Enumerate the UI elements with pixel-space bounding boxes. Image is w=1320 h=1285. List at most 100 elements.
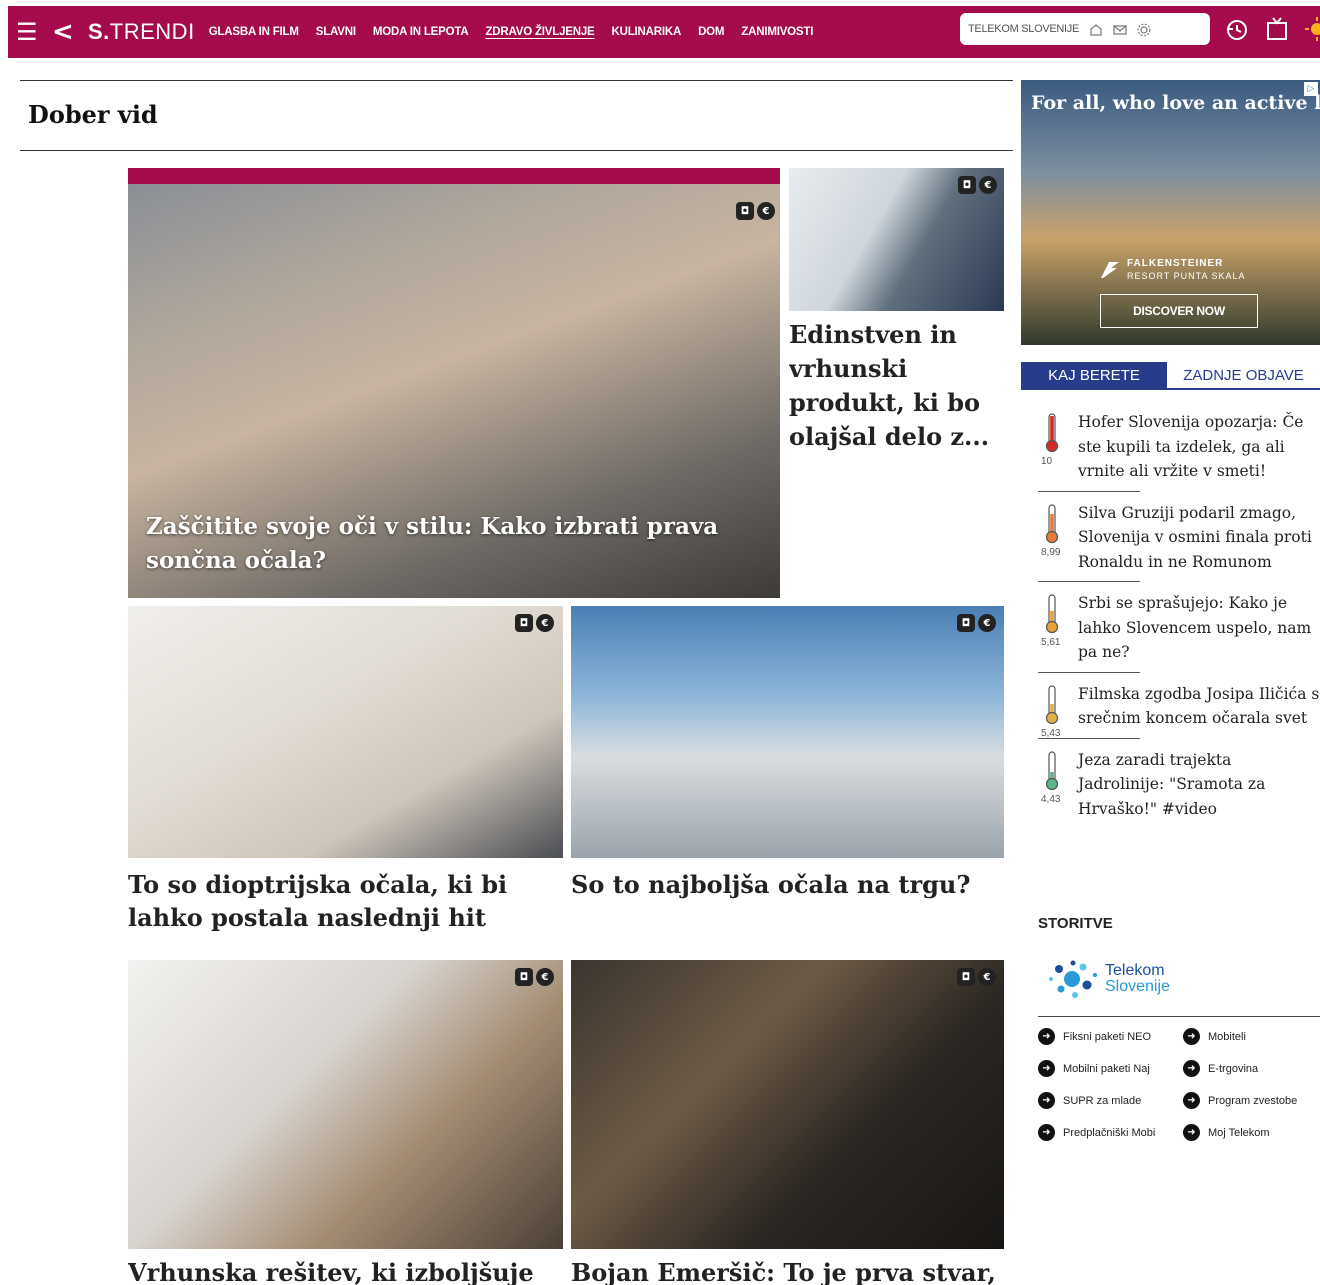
nav-zdravo-zivljenje[interactable]: ZDRAVO ŽIVLJENJE — [485, 26, 594, 38]
nav-dom[interactable]: DOM — [698, 26, 724, 38]
nav-moda-in-lepota[interactable]: MODA IN LEPOTA — [373, 26, 469, 38]
service-link-e-trgovina[interactable]: ➜ E-trgovina — [1183, 1060, 1320, 1077]
article-headline-bottom-left[interactable]: Vrhunska rešitev, ki izboljšuje — [128, 1256, 563, 1285]
side-article-headline[interactable]: Edinstven in vrhunski produkt, ki bo ola… — [789, 318, 1004, 454]
ad-discover-button[interactable]: DISCOVER NOW — [1100, 294, 1258, 328]
tab-kaj-berete[interactable]: KAJ BERETE — [1021, 362, 1167, 388]
article-card-bottom-left[interactable]: ◘ € Vrhunska rešitev, ki izboljšuje — [128, 960, 563, 1285]
nav-zanimivosti[interactable]: ZANIMIVOSTI — [741, 26, 813, 38]
article-image-mid-left[interactable] — [128, 606, 563, 858]
timer-icon[interactable] — [1224, 16, 1250, 42]
camera-icon: ◘ — [515, 968, 533, 986]
telekom-slovenije-logo[interactable]: Telekom Slovenije — [1045, 955, 1170, 1003]
camera-icon: ◘ — [515, 614, 533, 632]
most-read-list: 10 Hofer Slovenija opozarja: Če ste kupi… — [1038, 410, 1320, 838]
premium-icon: € — [978, 614, 996, 632]
service-link-program-zvestobe[interactable]: ➜ Program zvestobe — [1183, 1092, 1320, 1109]
camera-icon: ◘ — [957, 614, 975, 632]
read-score: 5,43 — [1041, 727, 1061, 739]
article-card-mid-left[interactable]: ◘ € To so dioptrijska očala, ki bi lahko… — [128, 606, 563, 936]
nav-slavni[interactable]: SLAVNI — [316, 26, 356, 38]
tab-zadnje-objave[interactable]: ZADNJE OBJAVE — [1167, 362, 1320, 388]
media-badges: ◘ € — [954, 968, 996, 986]
read-score: 4,43 — [1041, 793, 1061, 805]
read-item-title[interactable]: Hofer Slovenija opozarja: Če ste kupili … — [1078, 410, 1320, 484]
media-badges: ◘ € — [955, 176, 997, 194]
article-image-bottom-left[interactable] — [128, 960, 563, 1249]
article-headline-bottom-right[interactable]: Bojan Emeršič: To je prva stvar, ki — [571, 1256, 1004, 1285]
site-logo[interactable]: S.TRENDI — [88, 19, 195, 45]
service-link-fiksni-paketi[interactable]: ➜ Fiksni paketi NEO — [1038, 1028, 1183, 1045]
section-title: Dober vid — [28, 100, 158, 129]
service-link-mobilni-paketi[interactable]: ➜ Mobilni paketi Naj — [1038, 1060, 1183, 1077]
back-arrow-icon[interactable]: < — [52, 19, 74, 45]
service-label[interactable]: Predplačniški Mobi — [1063, 1127, 1155, 1139]
ad-brand-name: FALKENSTEINER — [1127, 258, 1224, 269]
list-item[interactable]: 8,99 Silva Gruziji podaril zmago, Sloven… — [1038, 501, 1320, 583]
logo-light-part: TRENDI — [109, 19, 195, 44]
arrow-right-icon: ➜ — [1038, 1060, 1055, 1077]
camera-icon: ◘ — [957, 968, 975, 986]
premium-icon: € — [978, 968, 996, 986]
thermometer-icon: 10 — [1038, 410, 1078, 484]
advertisement-banner[interactable]: For all, who love an active life ▷ FALKE… — [1021, 80, 1320, 345]
lead-article-headline[interactable]: Zaščitite svoje oči v stilu: Kako izbrat… — [146, 510, 766, 578]
service-label[interactable]: Program zvestobe — [1208, 1095, 1297, 1107]
list-item[interactable]: 5,43 Filmska zgodba Josipa Iličića s sre… — [1038, 682, 1320, 739]
sidebar-tabs: KAJ BERETE ZADNJE OBJAVE — [1021, 362, 1320, 390]
menu-icon[interactable]: ☰ — [16, 20, 44, 44]
read-item-title[interactable]: Srbi se sprašujejo: Kako je lahko Sloven… — [1078, 591, 1320, 665]
service-link-mobiteli[interactable]: ➜ Mobiteli — [1183, 1028, 1320, 1045]
telekom-label[interactable]: TELEKOM SLOVENIJE — [968, 23, 1079, 35]
home-icon[interactable] — [1089, 22, 1103, 36]
list-item[interactable]: 10 Hofer Slovenija opozarja: Če ste kupi… — [1038, 410, 1320, 492]
service-label[interactable]: Mobiteli — [1208, 1031, 1246, 1043]
falkensteiner-logo-icon — [1101, 262, 1119, 278]
read-item-title[interactable]: Filmska zgodba Josipa Iličića s srečnim … — [1078, 682, 1320, 731]
service-link-supr[interactable]: ➜ SUPR za mlade — [1038, 1092, 1183, 1109]
article-card-mid-right[interactable]: ◘ € So to najboljša očala na trgu? — [571, 606, 1004, 936]
telekom-dots-icon — [1049, 960, 1097, 998]
settings-gear-icon[interactable] — [1137, 22, 1151, 37]
ad-choices-icon[interactable]: ▷ — [1304, 82, 1318, 96]
service-label[interactable]: Fiksni paketi NEO — [1063, 1031, 1151, 1043]
lead-article-card[interactable]: ◘ € Zaščitite svoje oči v stilu: Kako iz… — [128, 168, 780, 598]
read-item-title[interactable]: Jeza zaradi trajekta Jadrolinije: "Sramo… — [1078, 748, 1320, 822]
telekom-services-box[interactable]: TELEKOM SLOVENIJE — [960, 13, 1210, 45]
logo-bold-part: S. — [88, 19, 110, 44]
article-card-bottom-right[interactable]: ◘ € Bojan Emeršič: To je prva stvar, ki — [571, 960, 1004, 1285]
article-headline-mid-left[interactable]: To so dioptrijska očala, ki bi lahko pos… — [128, 868, 563, 934]
premium-icon: € — [536, 968, 554, 986]
article-image-mid-right[interactable] — [571, 606, 1004, 858]
service-label[interactable]: Moj Telekom — [1208, 1127, 1270, 1139]
nav-kulinarika[interactable]: KULINARIKA — [612, 26, 682, 38]
list-item[interactable]: 5,61 Srbi se sprašujejo: Kako je lahko S… — [1038, 591, 1320, 673]
service-label[interactable]: Mobilni paketi Naj — [1063, 1063, 1150, 1075]
media-badges: ◘ € — [733, 202, 775, 220]
service-label[interactable]: E-trgovina — [1208, 1063, 1258, 1075]
read-item-title[interactable]: Silva Gruziji podaril zmago, Slovenija v… — [1078, 501, 1320, 575]
services-title: STORITVE — [1038, 915, 1113, 932]
tv-icon[interactable] — [1264, 16, 1290, 42]
telekom-wordmark-line2: Slovenije — [1105, 978, 1170, 995]
service-label[interactable]: SUPR za mlade — [1063, 1095, 1141, 1107]
premium-icon: € — [979, 176, 997, 194]
premium-icon: € — [536, 614, 554, 632]
mail-icon[interactable] — [1113, 22, 1127, 36]
services-links: ➜ Fiksni paketi NEO ➜ Mobiteli ➜ Mobilni pa… — [1038, 1028, 1320, 1141]
article-image-bottom-right[interactable] — [571, 960, 1004, 1249]
service-link-moj-telekom[interactable]: ➜ Moj Telekom — [1183, 1124, 1320, 1141]
ad-headline[interactable]: For all, who love an active life — [1031, 92, 1320, 114]
weather-sun-icon[interactable] — [1304, 16, 1320, 42]
media-badges: ◘ € — [512, 968, 554, 986]
nav-glasba-in-film[interactable]: GLASBA IN FILM — [209, 26, 299, 38]
section-rule-top — [20, 80, 1013, 81]
list-item[interactable]: 4,43 Jeza zaradi trajekta Jadrolinije: "… — [1038, 748, 1320, 830]
article-headline-mid-right[interactable]: So to najboljša očala na trgu? — [571, 868, 1004, 901]
top-navigation-bar: ☰ < S.TRENDI GLASBA IN FILM SLAVNI MODA … — [8, 6, 1320, 58]
side-article-card[interactable]: ◘ € Edinstven in vrhunski produkt, ki bo… — [789, 168, 1004, 458]
arrow-right-icon: ➜ — [1038, 1028, 1055, 1045]
utility-icons — [1224, 16, 1320, 42]
service-link-predplacniski[interactable]: ➜ Predplačniški Mobi — [1038, 1124, 1183, 1141]
arrow-right-icon: ➜ — [1038, 1092, 1055, 1109]
